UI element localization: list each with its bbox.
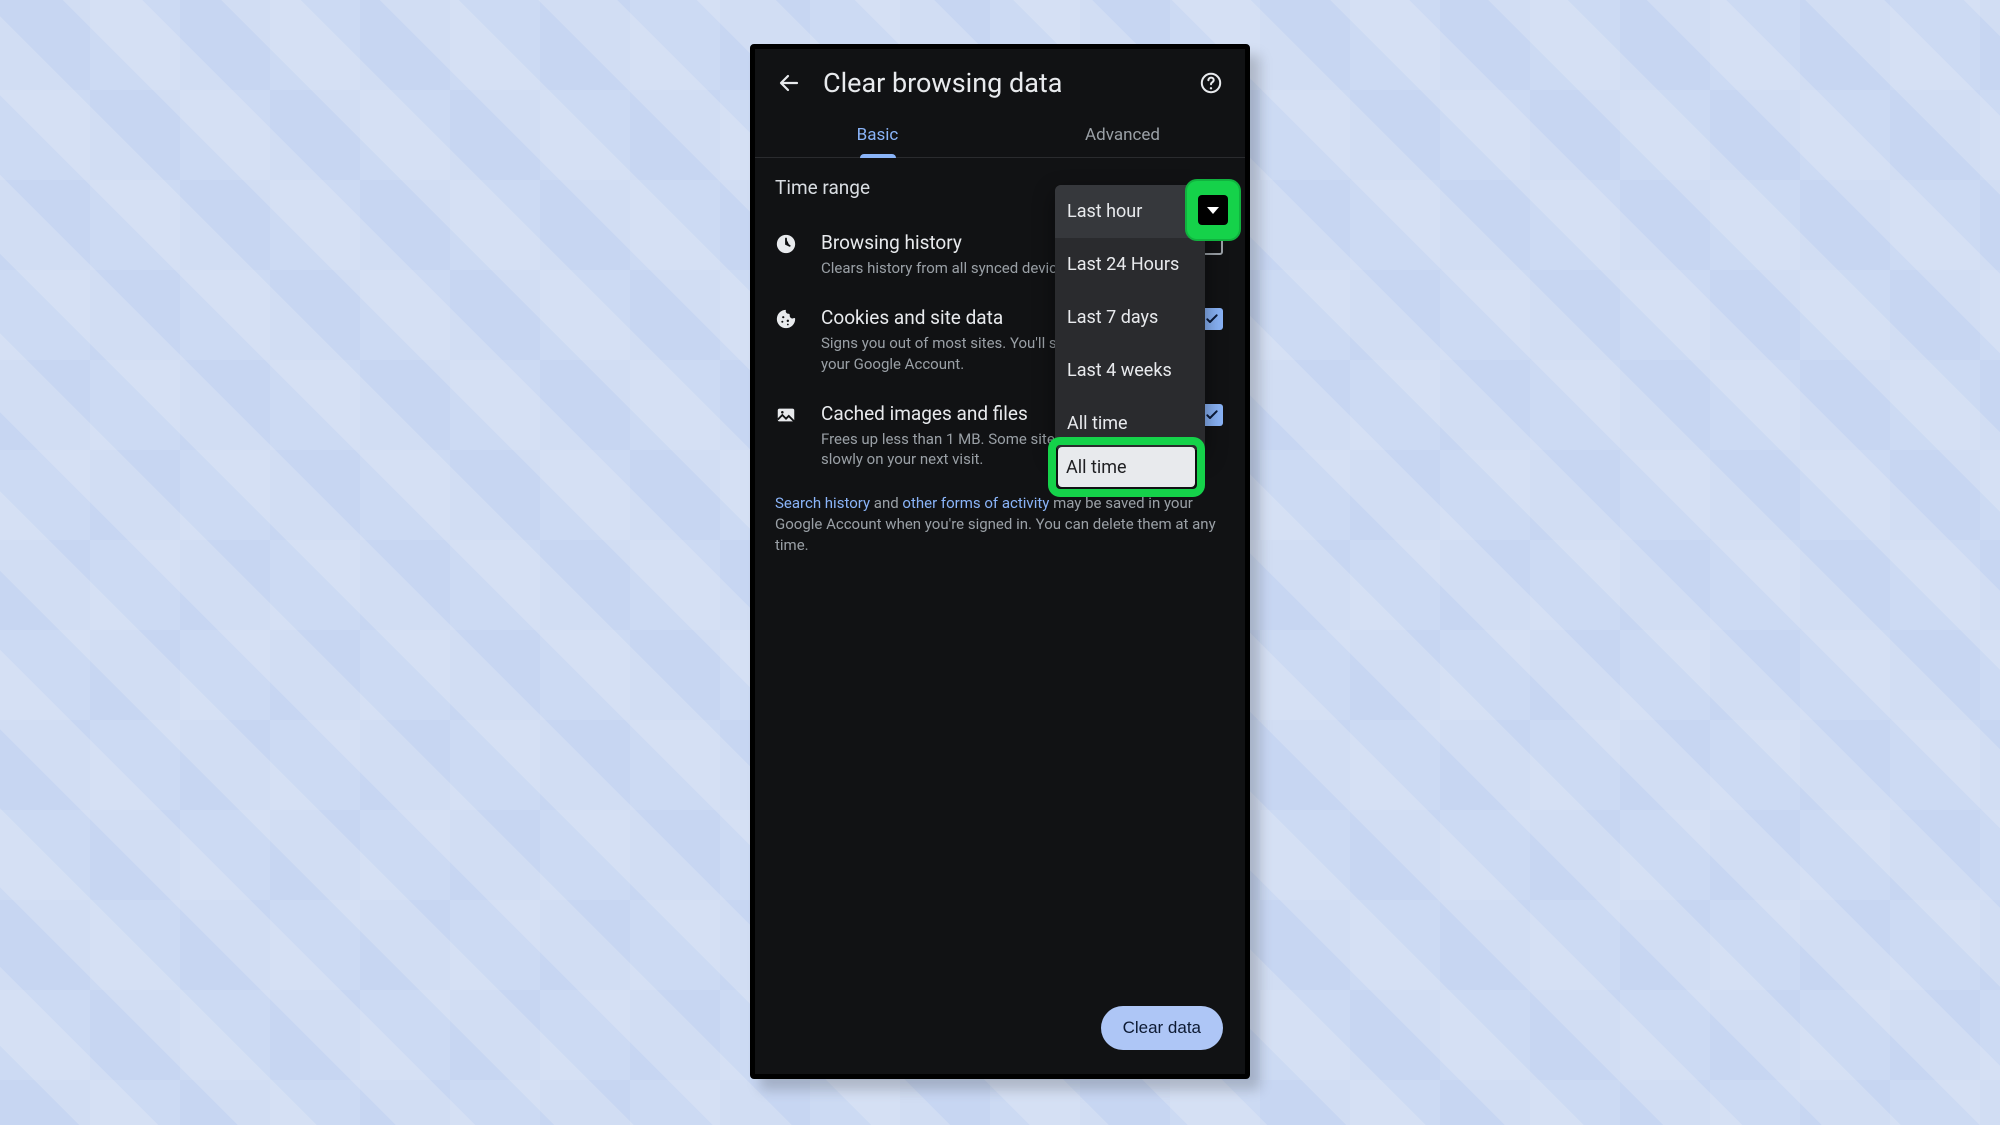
dropdown-item-last-4-weeks[interactable]: Last 4 weeks <box>1055 344 1205 397</box>
chevron-down-icon <box>1207 207 1219 214</box>
info-sep: and <box>870 494 902 512</box>
clear-data-button[interactable]: Clear data <box>1101 1006 1223 1050</box>
page-title: Clear browsing data <box>823 67 1177 99</box>
dropdown-item-last-hour[interactable]: Last hour <box>1055 185 1205 238</box>
cookie-icon <box>775 308 799 332</box>
app-bar: Clear browsing data <box>755 49 1245 115</box>
tabs: Basic Advanced <box>755 115 1245 157</box>
dropdown-item-last-7-days[interactable]: Last 7 days <box>1055 291 1205 344</box>
back-button[interactable] <box>773 67 805 99</box>
time-range-label: Time range <box>775 176 870 199</box>
tab-advanced[interactable]: Advanced <box>1000 115 1245 157</box>
highlight-caret <box>1185 179 1241 241</box>
dropdown-item-last-24-hours[interactable]: Last 24 Hours <box>1055 238 1205 291</box>
phone-frame: Clear browsing data Basic Advanced Time … <box>750 44 1250 1079</box>
arrow-left-icon <box>777 71 801 95</box>
time-range-dropdown: Last hour Last 24 Hours Last 7 days Last… <box>1055 185 1205 450</box>
time-range-caret-button[interactable] <box>1198 195 1228 225</box>
dropdown-item-all-time[interactable]: All time <box>1055 397 1205 450</box>
help-icon <box>1199 71 1223 95</box>
tab-basic[interactable]: Basic <box>755 115 1000 157</box>
link-search-history[interactable]: Search history <box>775 494 870 512</box>
info-text: Search history and other forms of activi… <box>755 483 1245 556</box>
clock-icon <box>775 233 799 257</box>
image-icon <box>775 404 799 428</box>
help-button[interactable] <box>1195 67 1227 99</box>
footer-bar: Clear data <box>755 986 1245 1074</box>
link-other-activity[interactable]: other forms of activity <box>902 494 1049 512</box>
